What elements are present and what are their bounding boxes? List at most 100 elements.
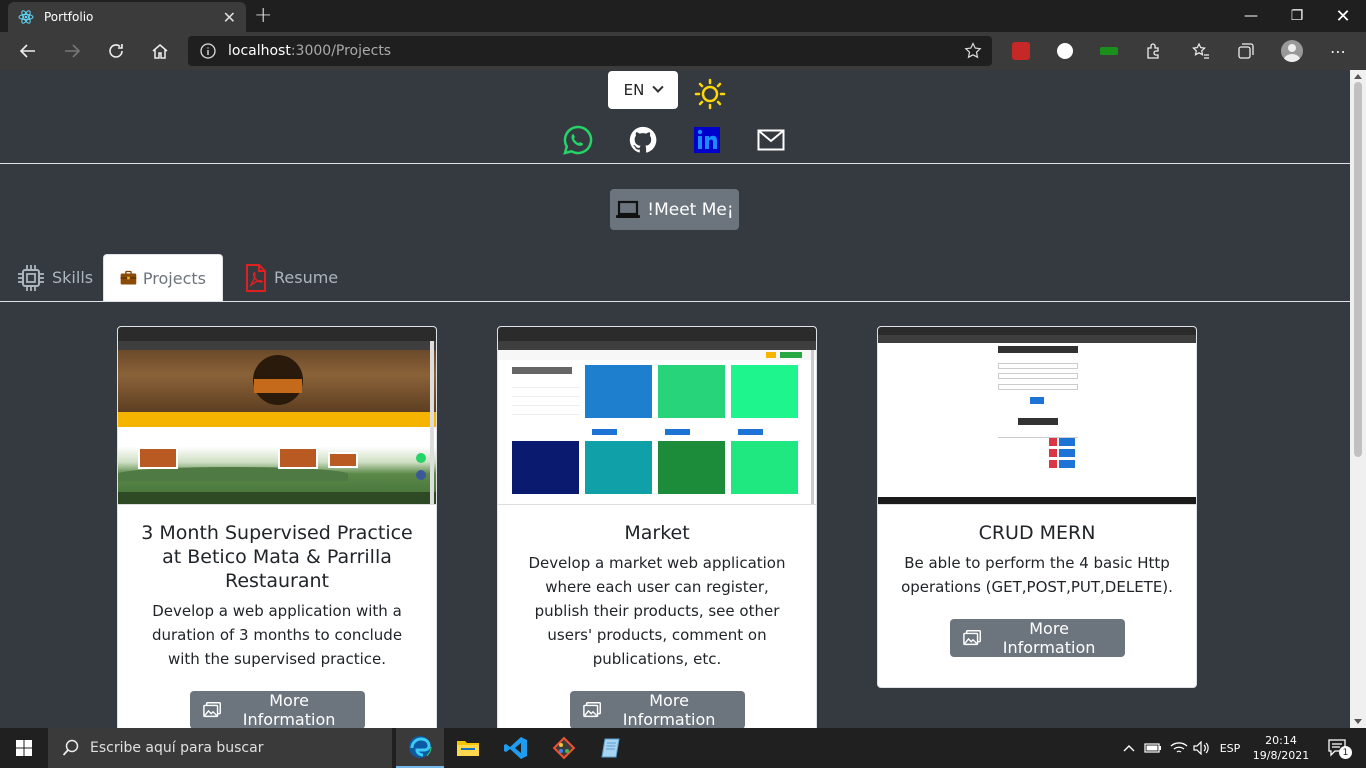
images-icon xyxy=(202,702,221,718)
scroll-up-arrow[interactable] xyxy=(1354,74,1362,79)
language-select[interactable]: EN xyxy=(608,71,678,109)
wifi-icon xyxy=(1170,742,1188,753)
menu-icon[interactable]: ⋯ xyxy=(1328,41,1348,61)
pdf-icon xyxy=(246,263,266,292)
git-icon xyxy=(552,736,576,760)
search-placeholder: Escribe aquí para buscar xyxy=(90,740,264,756)
sun-icon[interactable] xyxy=(694,78,726,110)
start-button[interactable] xyxy=(0,728,48,768)
linkedin-link[interactable] xyxy=(691,124,723,156)
search-icon xyxy=(62,739,79,756)
more-information-label: More Information xyxy=(242,691,336,728)
git-app[interactable] xyxy=(540,728,588,768)
notification-count: 1 xyxy=(1339,746,1352,759)
reload-button[interactable] xyxy=(98,32,134,70)
vscode-app[interactable] xyxy=(492,728,540,768)
volume-button[interactable] xyxy=(1191,728,1213,768)
clock[interactable]: 20:14 19/8/2021 xyxy=(1250,728,1312,768)
project-title: CRUD MERN xyxy=(978,522,1096,544)
more-information-button[interactable]: More Information xyxy=(949,619,1125,657)
close-window-button[interactable]: ✕ xyxy=(1320,0,1366,32)
edge-icon xyxy=(408,735,432,759)
language-value: EN xyxy=(623,81,645,99)
clock-time: 20:14 xyxy=(1265,734,1297,747)
project-title: Market xyxy=(624,522,690,544)
extension-green-icon[interactable] xyxy=(1099,41,1119,61)
images-icon xyxy=(582,702,601,718)
project-screenshot-restaurant[interactable] xyxy=(118,327,436,505)
input-language[interactable]: ESP xyxy=(1216,728,1244,768)
project-title: 3 Month Supervised Practice at Betico Ma… xyxy=(141,522,413,592)
github-icon xyxy=(629,126,657,153)
arrow-right-icon xyxy=(65,44,81,58)
project-screenshot-market[interactable] xyxy=(498,327,816,505)
project-screenshot-crud[interactable] xyxy=(878,327,1196,505)
project-description: Develop a web application with a duratio… xyxy=(151,602,403,668)
notepad-icon xyxy=(601,738,620,758)
forward-button[interactable] xyxy=(54,32,90,70)
laptop-icon xyxy=(616,200,641,218)
url-text: localhost:3000/Projects xyxy=(228,43,392,59)
tab-skills[interactable]: Skills xyxy=(0,254,109,301)
project-card: CRUD MERN Be able to perform the 4 basic… xyxy=(877,326,1197,688)
meet-me-label: !Meet Me¡ xyxy=(647,199,734,220)
home-button[interactable] xyxy=(142,32,178,70)
mail-link[interactable] xyxy=(755,124,787,156)
linkedin-icon xyxy=(694,127,720,153)
mail-icon xyxy=(757,129,785,151)
extension-circle-icon[interactable] xyxy=(1055,41,1075,61)
taskbar-search[interactable]: Escribe aquí para buscar xyxy=(48,728,392,768)
show-hidden-icons-button[interactable] xyxy=(1120,728,1138,768)
whatsapp-link[interactable] xyxy=(562,124,594,156)
meet-me-button[interactable]: !Meet Me¡ xyxy=(610,189,739,230)
minimize-button[interactable]: — xyxy=(1228,0,1274,32)
notepad-app[interactable] xyxy=(588,728,636,768)
close-tab-icon[interactable]: ✕ xyxy=(223,8,236,27)
network-button[interactable] xyxy=(1168,728,1190,768)
new-tab-button[interactable]: + xyxy=(254,3,272,28)
profile-avatar[interactable] xyxy=(1280,39,1304,63)
chevron-up-icon xyxy=(1123,745,1135,752)
header-divider xyxy=(0,163,1350,164)
browser-tab[interactable]: Portfolio ✕ xyxy=(8,2,246,32)
speaker-icon xyxy=(1193,741,1209,755)
favorites-icon[interactable] xyxy=(1191,41,1211,61)
favorite-add-icon[interactable] xyxy=(964,42,982,60)
clock-date: 19/8/2021 xyxy=(1252,749,1310,762)
page-scrollbar[interactable] xyxy=(1350,70,1366,728)
extensions-icon[interactable] xyxy=(1143,41,1163,61)
info-icon[interactable] xyxy=(200,43,216,59)
more-information-label: More Information xyxy=(622,691,716,728)
tab-title: Portfolio xyxy=(44,10,94,24)
extension-red-icon[interactable] xyxy=(1011,41,1031,61)
tab-skills-label: Skills xyxy=(52,268,94,287)
project-description: Be able to perform the 4 basic Http oper… xyxy=(901,554,1173,596)
windows-icon xyxy=(16,740,32,756)
edge-app[interactable] xyxy=(396,728,444,768)
vscode-icon xyxy=(504,737,527,759)
tab-resume-label: Resume xyxy=(274,268,339,287)
tab-projects[interactable]: Projects xyxy=(103,254,223,301)
more-information-button[interactable]: More Information xyxy=(189,691,365,728)
browser-tab-bar: Portfolio ✕ + — ❐ ✕ xyxy=(0,0,1366,32)
back-button[interactable] xyxy=(10,32,46,70)
scroll-down-arrow[interactable] xyxy=(1354,719,1362,724)
chip-icon xyxy=(18,264,44,291)
more-information-label: More Information xyxy=(1002,619,1096,657)
battery-icon xyxy=(1144,743,1161,753)
file-explorer-app[interactable] xyxy=(444,728,492,768)
tab-resume[interactable]: Resume xyxy=(228,254,354,301)
react-icon xyxy=(18,10,34,24)
tabs-divider xyxy=(0,301,1350,302)
briefcase-icon xyxy=(120,270,137,285)
collections-icon[interactable] xyxy=(1236,41,1256,61)
github-link[interactable] xyxy=(627,124,659,156)
more-information-button[interactable]: More Information xyxy=(569,691,745,728)
scrollbar-thumb[interactable] xyxy=(1354,82,1362,457)
restore-button[interactable]: ❐ xyxy=(1274,0,1320,32)
browser-toolbar: localhost:3000/Projects ⋯ xyxy=(0,32,1366,70)
whatsapp-icon xyxy=(563,125,593,155)
notifications-button[interactable]: 1 xyxy=(1318,728,1358,768)
address-bar[interactable]: localhost:3000/Projects xyxy=(188,36,992,66)
battery-button[interactable] xyxy=(1142,728,1164,768)
